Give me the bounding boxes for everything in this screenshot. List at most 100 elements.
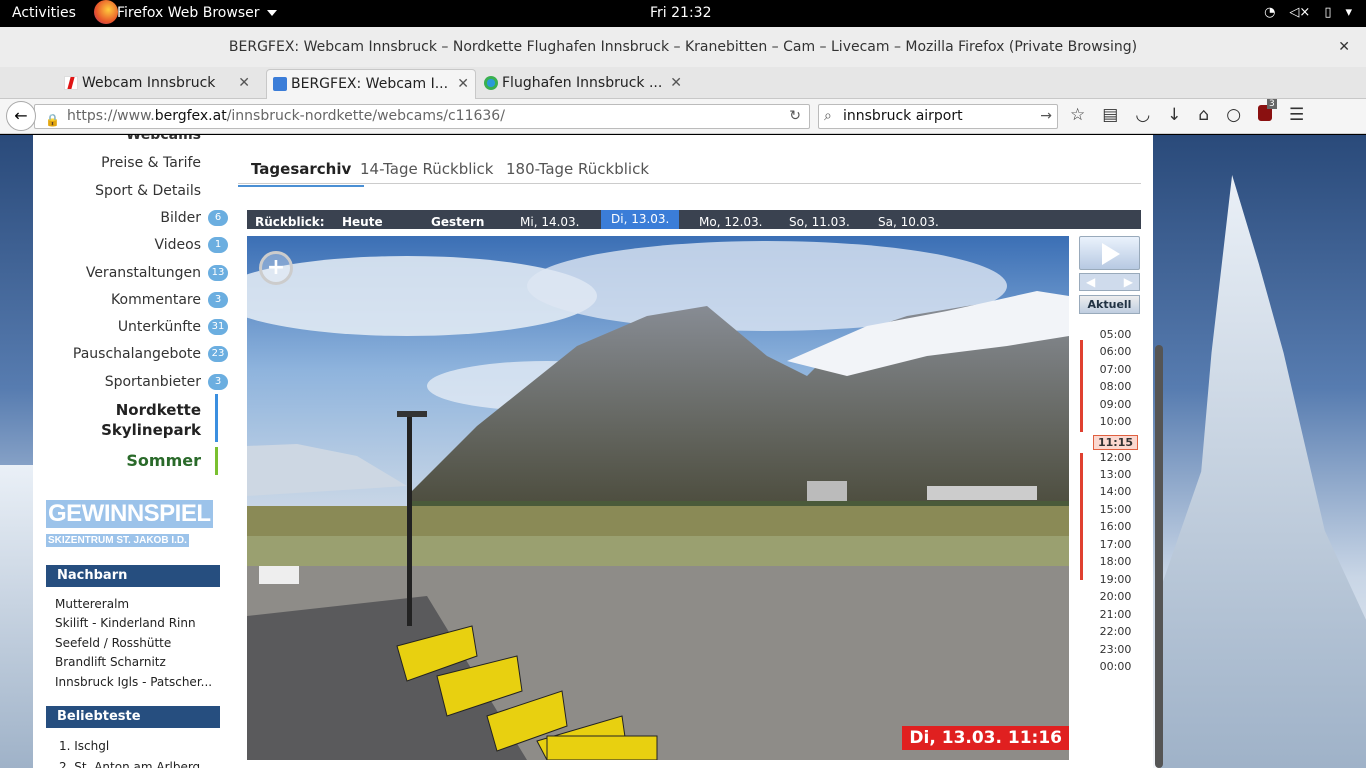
sidebar-link-sportanbieter[interactable]: Sportanbieter bbox=[105, 374, 201, 390]
day-link[interactable]: Mi, 14.03. bbox=[520, 215, 579, 229]
window-title: BERGFEX: Webcam Innsbruck – Nordkette Fl… bbox=[228, 39, 1138, 55]
sidebar-link-veranstaltungen[interactable]: Veranstaltungen bbox=[86, 265, 201, 281]
bergfex-icon bbox=[273, 77, 287, 91]
sidebar-link-nordkette[interactable]: Nordkette bbox=[116, 401, 201, 419]
time-slot[interactable]: 14:00 bbox=[1093, 485, 1138, 498]
tab-bergfex-webcam[interactable]: BERGFEX: Webcam I... ✕ bbox=[266, 69, 476, 99]
count-badge: 13 bbox=[208, 265, 228, 281]
bookmark-star-icon[interactable]: ☆ bbox=[1070, 105, 1085, 126]
step-back-icon[interactable]: ◀ bbox=[1086, 275, 1095, 289]
chat-icon[interactable]: ○ bbox=[1226, 105, 1241, 126]
sidebar-link-videos[interactable]: Videos bbox=[154, 237, 201, 253]
sidebar-link-bilder[interactable]: Bilder bbox=[160, 210, 201, 226]
sidebar-link-unterkuenfte[interactable]: Unterkünfte bbox=[118, 319, 201, 335]
home-icon[interactable]: ⌂ bbox=[1198, 105, 1209, 126]
time-slot[interactable]: 00:00 bbox=[1093, 660, 1138, 673]
time-slot[interactable]: 22:00 bbox=[1093, 625, 1138, 638]
reload-icon[interactable]: ↻ bbox=[789, 105, 801, 128]
time-slot[interactable]: 15:00 bbox=[1093, 503, 1138, 516]
step-forward-icon[interactable]: ▶ bbox=[1124, 275, 1133, 289]
ranking-link[interactable]: 2. St. Anton am Arlberg bbox=[59, 760, 200, 768]
app-menu[interactable]: Firefox Web Browser bbox=[117, 5, 260, 21]
tab-webcam-innsbruck[interactable]: Webcam Innsbruck ✕ bbox=[58, 69, 256, 99]
activities-button[interactable]: Activities bbox=[12, 5, 76, 21]
sidebar-link-pauschal[interactable]: Pauschalangebote bbox=[73, 346, 201, 362]
time-slot[interactable]: 10:00 bbox=[1093, 415, 1138, 428]
menu-icon[interactable]: ☰ bbox=[1289, 105, 1304, 126]
time-slot[interactable]: 12:00 bbox=[1093, 451, 1138, 464]
go-arrow-icon[interactable]: → bbox=[1040, 105, 1052, 128]
day-link[interactable]: Heute bbox=[342, 215, 383, 229]
pocket-icon[interactable]: ◡ bbox=[1135, 105, 1150, 126]
time-slot[interactable]: 08:00 bbox=[1093, 380, 1138, 393]
day-link[interactable]: So, 11.03. bbox=[789, 215, 850, 229]
time-slot[interactable]: 20:00 bbox=[1093, 590, 1138, 603]
back-button[interactable]: ← bbox=[6, 101, 36, 131]
webcam-scene bbox=[247, 236, 1069, 760]
time-slot[interactable]: 13:00 bbox=[1093, 468, 1138, 481]
tab-180-tage[interactable]: 180-Tage Rückblick bbox=[506, 160, 649, 178]
time-slot[interactable]: 17:00 bbox=[1093, 538, 1138, 551]
search-bar[interactable]: ⌕ innsbruck airport → bbox=[818, 104, 1058, 129]
day-link[interactable]: Sa, 10.03. bbox=[878, 215, 939, 229]
tab-flughafen-innsbruck[interactable]: Flughafen Innsbruck ... ✕ bbox=[478, 69, 688, 99]
download-icon[interactable]: ↓ bbox=[1167, 105, 1181, 126]
tab-label: Flughafen Innsbruck ... bbox=[502, 75, 663, 91]
day-link[interactable]: Gestern bbox=[431, 215, 484, 229]
background-tree bbox=[1160, 175, 1366, 768]
red-slash-icon bbox=[64, 76, 78, 90]
neighbor-link[interactable]: Skilift - Kinderland Rinn bbox=[55, 616, 196, 630]
neighbor-link[interactable]: Innsbruck Igls - Patscher... bbox=[55, 675, 212, 689]
neighbor-link[interactable]: Muttereralm bbox=[55, 597, 129, 611]
webcam-image[interactable]: + Di, 13.03. 11:16 bbox=[247, 236, 1069, 760]
sidebar-link-skylinepark[interactable]: Skylinepark bbox=[101, 421, 201, 439]
ranking-link[interactable]: 1. Ischgl bbox=[59, 739, 109, 753]
left-sidebar: Webcams Preise & Tarife Sport & Details … bbox=[33, 135, 233, 768]
count-badge: 3 bbox=[208, 292, 228, 308]
sidebar-link-sport[interactable]: Sport & Details bbox=[95, 183, 201, 199]
rueckblick-label: Rückblick: bbox=[255, 215, 325, 229]
gewinnspiel-banner[interactable]: GEWINNSPIEL SKIZENTRUM ST. JAKOB I.D. bbox=[46, 500, 213, 550]
close-icon[interactable]: ✕ bbox=[457, 70, 469, 98]
ublock-count: 3 bbox=[1267, 99, 1277, 109]
clock[interactable]: Fri 21:32 bbox=[650, 5, 711, 21]
tab-label: BERGFEX: Webcam I... bbox=[291, 76, 449, 92]
url-bar[interactable]: 🔒 https://www.bergfex.at/innsbruck-nordk… bbox=[34, 104, 810, 129]
time-slot-current[interactable]: 11:15 bbox=[1093, 435, 1138, 450]
time-slot[interactable]: 05:00 bbox=[1093, 328, 1138, 341]
tab-14-tage[interactable]: 14-Tage Rückblick bbox=[360, 160, 494, 178]
sidebar-link-sommer[interactable]: Sommer bbox=[126, 451, 201, 470]
toolbar-icons: ☆ ▤ ◡ ↓ ⌂ ○ 3 ☰ bbox=[1070, 99, 1304, 126]
tab-tagesarchiv[interactable]: Tagesarchiv bbox=[238, 160, 365, 187]
time-slot[interactable]: 19:00 bbox=[1093, 573, 1138, 586]
close-window-button[interactable]: ✕ bbox=[1338, 27, 1350, 67]
count-badge: 1 bbox=[208, 237, 228, 253]
time-slot[interactable]: 18:00 bbox=[1093, 555, 1138, 568]
zoom-in-icon[interactable]: + bbox=[259, 251, 293, 285]
day-link[interactable]: Mo, 12.03. bbox=[699, 215, 763, 229]
time-slot[interactable]: 06:00 bbox=[1093, 345, 1138, 358]
play-button[interactable] bbox=[1079, 236, 1140, 270]
time-slot[interactable]: 23:00 bbox=[1093, 643, 1138, 656]
close-icon[interactable]: ✕ bbox=[238, 69, 250, 97]
nordkette-accent bbox=[215, 394, 218, 442]
day-link-selected[interactable]: Di, 13.03. bbox=[601, 210, 680, 229]
sidebar-link-webcams[interactable]: Webcams bbox=[126, 135, 201, 143]
promo-subtitle: SKIZENTRUM ST. JAKOB I.D. bbox=[46, 534, 189, 547]
ublock-icon[interactable]: 3 bbox=[1258, 99, 1277, 126]
system-status[interactable]: ◔ ◁× ▯ ▾ bbox=[1264, 5, 1352, 20]
reading-list-icon[interactable]: ▤ bbox=[1102, 105, 1118, 126]
neighbor-link[interactable]: Seefeld / Rosshütte bbox=[55, 636, 171, 650]
sidebar-link-kommentare[interactable]: Kommentare bbox=[111, 292, 201, 308]
chevron-down-icon bbox=[267, 10, 277, 16]
step-arrows: ◀ ▶ bbox=[1079, 273, 1140, 291]
time-slot[interactable]: 16:00 bbox=[1093, 520, 1138, 533]
close-icon[interactable]: ✕ bbox=[670, 69, 682, 97]
time-slot[interactable]: 07:00 bbox=[1093, 363, 1138, 376]
time-slot[interactable]: 09:00 bbox=[1093, 398, 1138, 411]
sidebar-link-preise[interactable]: Preise & Tarife bbox=[101, 155, 201, 171]
scrollbar-thumb[interactable] bbox=[1155, 345, 1163, 768]
aktuell-button[interactable]: Aktuell bbox=[1079, 295, 1140, 314]
time-slot[interactable]: 21:00 bbox=[1093, 608, 1138, 621]
neighbor-link[interactable]: Brandlift Scharnitz bbox=[55, 655, 166, 669]
